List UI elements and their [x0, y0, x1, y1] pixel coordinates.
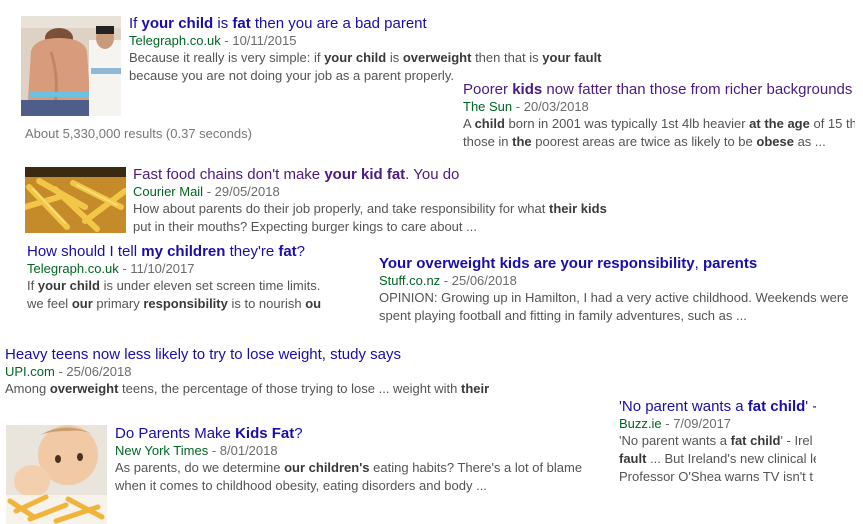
- result-source-line: Telegraph.co.uk - 11/10/2017: [27, 261, 195, 276]
- result-date: 8/01/2018: [219, 443, 278, 458]
- result-date: 25/06/2018: [66, 364, 132, 379]
- result-snippet-line: Professor O'Shea warns TV isn't t: [619, 469, 814, 484]
- result-title-link[interactable]: Do Parents Make Kids Fat?: [115, 424, 582, 443]
- result-snippet-line: As parents, do we determine our children…: [115, 460, 583, 475]
- result-title-link[interactable]: How should I tell my children they're fa…: [27, 242, 323, 261]
- result-card: 'No parent wants a fat child' - Buzz.ie …: [619, 397, 816, 486]
- result-card: Your overweight kids are your responsibi…: [379, 254, 855, 325]
- result-snippet-line: those in the poorest areas are twice as …: [463, 134, 826, 149]
- result-date: 29/05/2018: [214, 184, 280, 199]
- result-source-line: Courier Mail - 29/05/2018: [133, 184, 280, 199]
- result-source-line: New York Times - 8/01/2018: [115, 443, 278, 458]
- result-date: 10/11/2015: [232, 33, 297, 48]
- result-snippet-line: Because it really is very simple: if you…: [129, 50, 602, 65]
- result-snippet-line: we feel our primary responsibility is to…: [27, 296, 322, 311]
- result-source[interactable]: Telegraph.co.uk: [27, 261, 119, 276]
- result-source[interactable]: Stuff.co.nz: [379, 273, 440, 288]
- result-title-link[interactable]: If your child is fat then you are a bad …: [129, 14, 602, 33]
- result-source[interactable]: New York Times: [115, 443, 208, 458]
- result-source[interactable]: Telegraph.co.uk: [129, 33, 221, 48]
- result-snippet-line: Among overweight teens, the percentage o…: [5, 381, 490, 396]
- result-source[interactable]: UPI.com: [5, 364, 55, 379]
- result-source-line: Telegraph.co.uk - 10/11/2015: [129, 33, 297, 48]
- result-date: 11/10/2017: [130, 261, 195, 276]
- result-snippet-line: If your child is under eleven set screen…: [27, 278, 321, 293]
- result-snippet-line: fault ... But Ireland's new clinical le: [619, 451, 816, 466]
- result-card: Heavy teens now less likely to try to lo…: [5, 345, 489, 398]
- result-title-link[interactable]: Your overweight kids are your responsibi…: [379, 254, 855, 273]
- result-card: How should I tell my children they're fa…: [27, 242, 323, 313]
- result-thumbnail-boy[interactable]: [21, 16, 121, 116]
- result-source[interactable]: The Sun: [463, 99, 512, 114]
- result-card: If your child is fat then you are a bad …: [129, 14, 602, 85]
- result-card: Poorer kids now fatter than those from r…: [463, 80, 855, 151]
- result-source-line: UPI.com - 25/06/2018: [5, 364, 132, 379]
- result-source-line: Buzz.ie - 7/09/2017: [619, 416, 732, 431]
- result-thumbnail-toddler[interactable]: [6, 425, 107, 524]
- result-title-link[interactable]: Poorer kids now fatter than those from r…: [463, 80, 855, 99]
- toddler-eating-fries-image: [6, 425, 107, 524]
- result-snippet-line: spent playing football and fitting in fa…: [379, 308, 747, 323]
- result-title-link[interactable]: 'No parent wants a fat child' -: [619, 397, 816, 416]
- result-source[interactable]: Courier Mail: [133, 184, 203, 199]
- result-snippet-line: put in their mouths? Expecting burger ki…: [133, 219, 477, 234]
- result-snippet-line: when it comes to childhood obesity, eati…: [115, 478, 487, 493]
- result-snippet-line: How about parents do their job properly,…: [133, 201, 607, 216]
- result-source-line: The Sun - 20/03/2018: [463, 99, 589, 114]
- result-date: 25/06/2018: [451, 273, 517, 288]
- result-source-line: Stuff.co.nz - 25/06/2018: [379, 273, 517, 288]
- result-snippet-line: 'No parent wants a fat child' - Irel: [619, 433, 813, 448]
- result-date: 7/09/2017: [673, 416, 732, 431]
- result-card: Fast food chains don't make your kid fat…: [133, 165, 607, 236]
- result-snippet-line: OPINION: Growing up in Hamilton, I had a…: [379, 290, 849, 305]
- result-card: Do Parents Make Kids Fat? New York Times…: [115, 424, 582, 495]
- result-snippet-line: A child born in 2001 was typically 1st 4…: [463, 116, 855, 131]
- result-title-link[interactable]: Heavy teens now less likely to try to lo…: [5, 345, 489, 364]
- shirtless-boy-image: [21, 16, 121, 116]
- result-title-link[interactable]: Fast food chains don't make your kid fat…: [133, 165, 607, 184]
- results-stats: About 5,330,000 results (0.37 seconds): [25, 126, 252, 141]
- result-date: 20/03/2018: [523, 99, 589, 114]
- result-thumbnail-fries[interactable]: [25, 167, 126, 233]
- result-source[interactable]: Buzz.ie: [619, 416, 662, 431]
- french-fries-image: [25, 167, 126, 233]
